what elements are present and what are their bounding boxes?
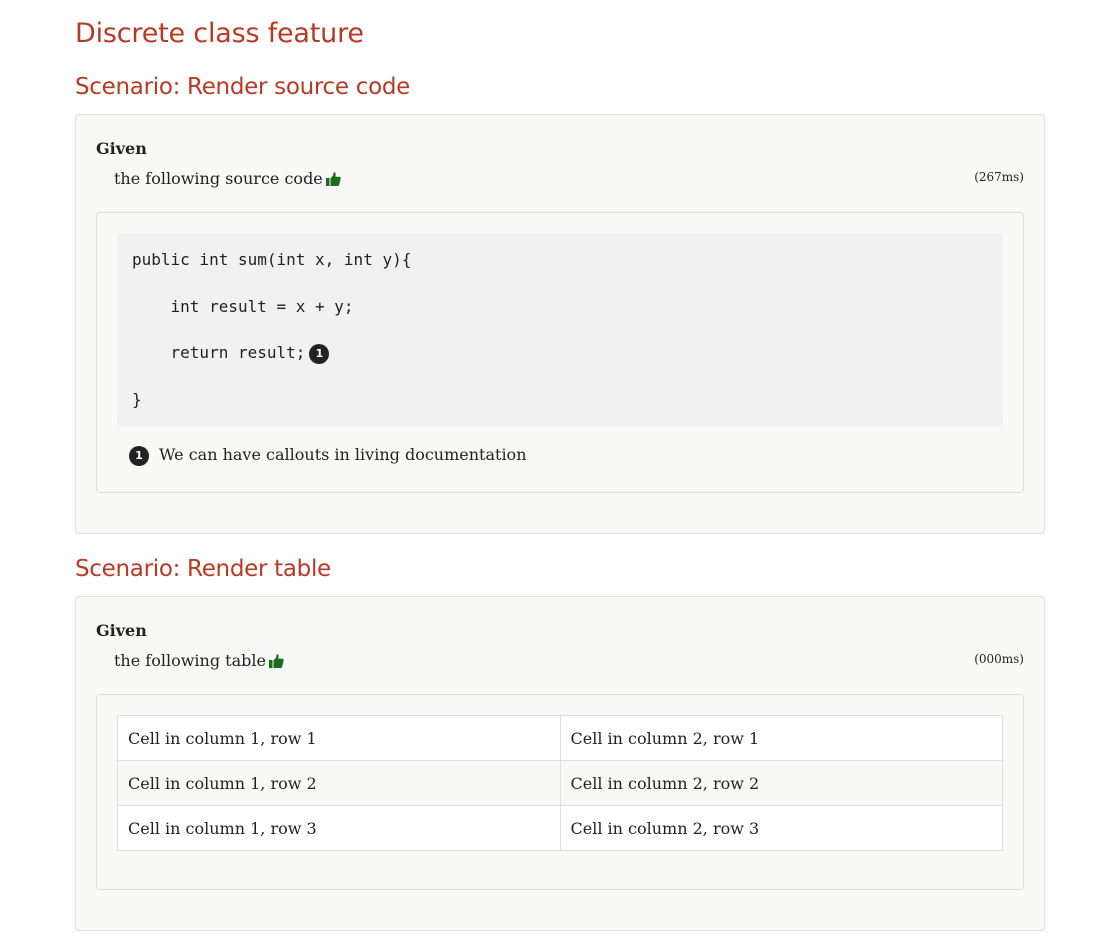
source-code-block: public int sum(int x, int y){ int result… (117, 233, 1003, 427)
step-duration: (267ms) (974, 170, 1024, 184)
table-panel: Cell in column 1, row 1 Cell in column 2… (96, 694, 1024, 890)
table-row: Cell in column 1, row 1 Cell in column 2… (117, 715, 1003, 761)
code-listing-panel: public int sum(int x, int y){ int result… (96, 212, 1024, 493)
table-row: Cell in column 1, row 3 Cell in column 2… (117, 805, 1003, 851)
step-description: the following table (114, 651, 266, 670)
data-table: Cell in column 1, row 1 Cell in column 2… (117, 715, 1003, 851)
thumbs-up-icon (325, 171, 341, 190)
feature-title: Discrete class feature (75, 18, 364, 49)
table-cell: Cell in column 1, row 2 (117, 760, 561, 806)
scenario-title-table: Scenario: Render table (75, 556, 331, 582)
code-line: return result; (132, 343, 306, 362)
table-cell: Cell in column 2, row 1 (559, 715, 1003, 761)
code-line: public int sum(int x, int y){ (132, 250, 412, 269)
step-description: the following source code (114, 169, 323, 188)
callout-list-item: 1 We can have callouts in living document… (129, 445, 527, 466)
scenario-panel-table: Given the following table (000ms) Cell i… (75, 596, 1045, 931)
code-line-with-callout: return result; 1 (132, 343, 330, 364)
step-duration: (000ms) (974, 652, 1024, 666)
step-keyword: Given (96, 621, 147, 640)
table-cell: Cell in column 2, row 3 (559, 805, 1003, 851)
step-keyword: Given (96, 139, 147, 158)
table-cell: Cell in column 2, row 2 (559, 760, 1003, 806)
table-cell: Cell in column 1, row 3 (117, 805, 561, 851)
code-line: } (132, 390, 142, 409)
table-cell: Cell in column 1, row 1 (117, 715, 561, 761)
scenario-panel-source-code: Given the following source code (267ms) … (75, 114, 1045, 534)
step-text: the following table (114, 651, 284, 672)
callout-number-badge: 1 (129, 446, 149, 466)
callout-marker: 1 (309, 344, 330, 364)
scenario-title-source-code: Scenario: Render source code (75, 74, 410, 100)
table-row: Cell in column 1, row 2 Cell in column 2… (117, 760, 1003, 806)
thumbs-up-icon (268, 653, 284, 672)
step-text: the following source code (114, 169, 341, 190)
code-line: int result = x + y; (132, 297, 354, 316)
callout-text: We can have callouts in living documenta… (159, 445, 527, 464)
